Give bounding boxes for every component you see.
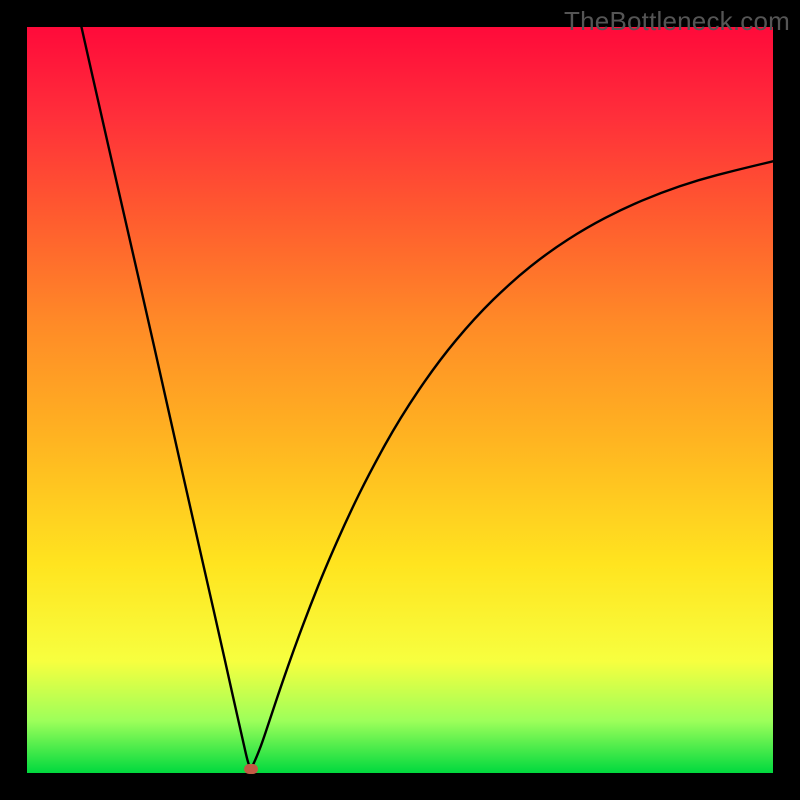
bottleneck-curve (27, 27, 773, 773)
plot-area (27, 27, 773, 773)
chart-frame: TheBottleneck.com (0, 0, 800, 800)
